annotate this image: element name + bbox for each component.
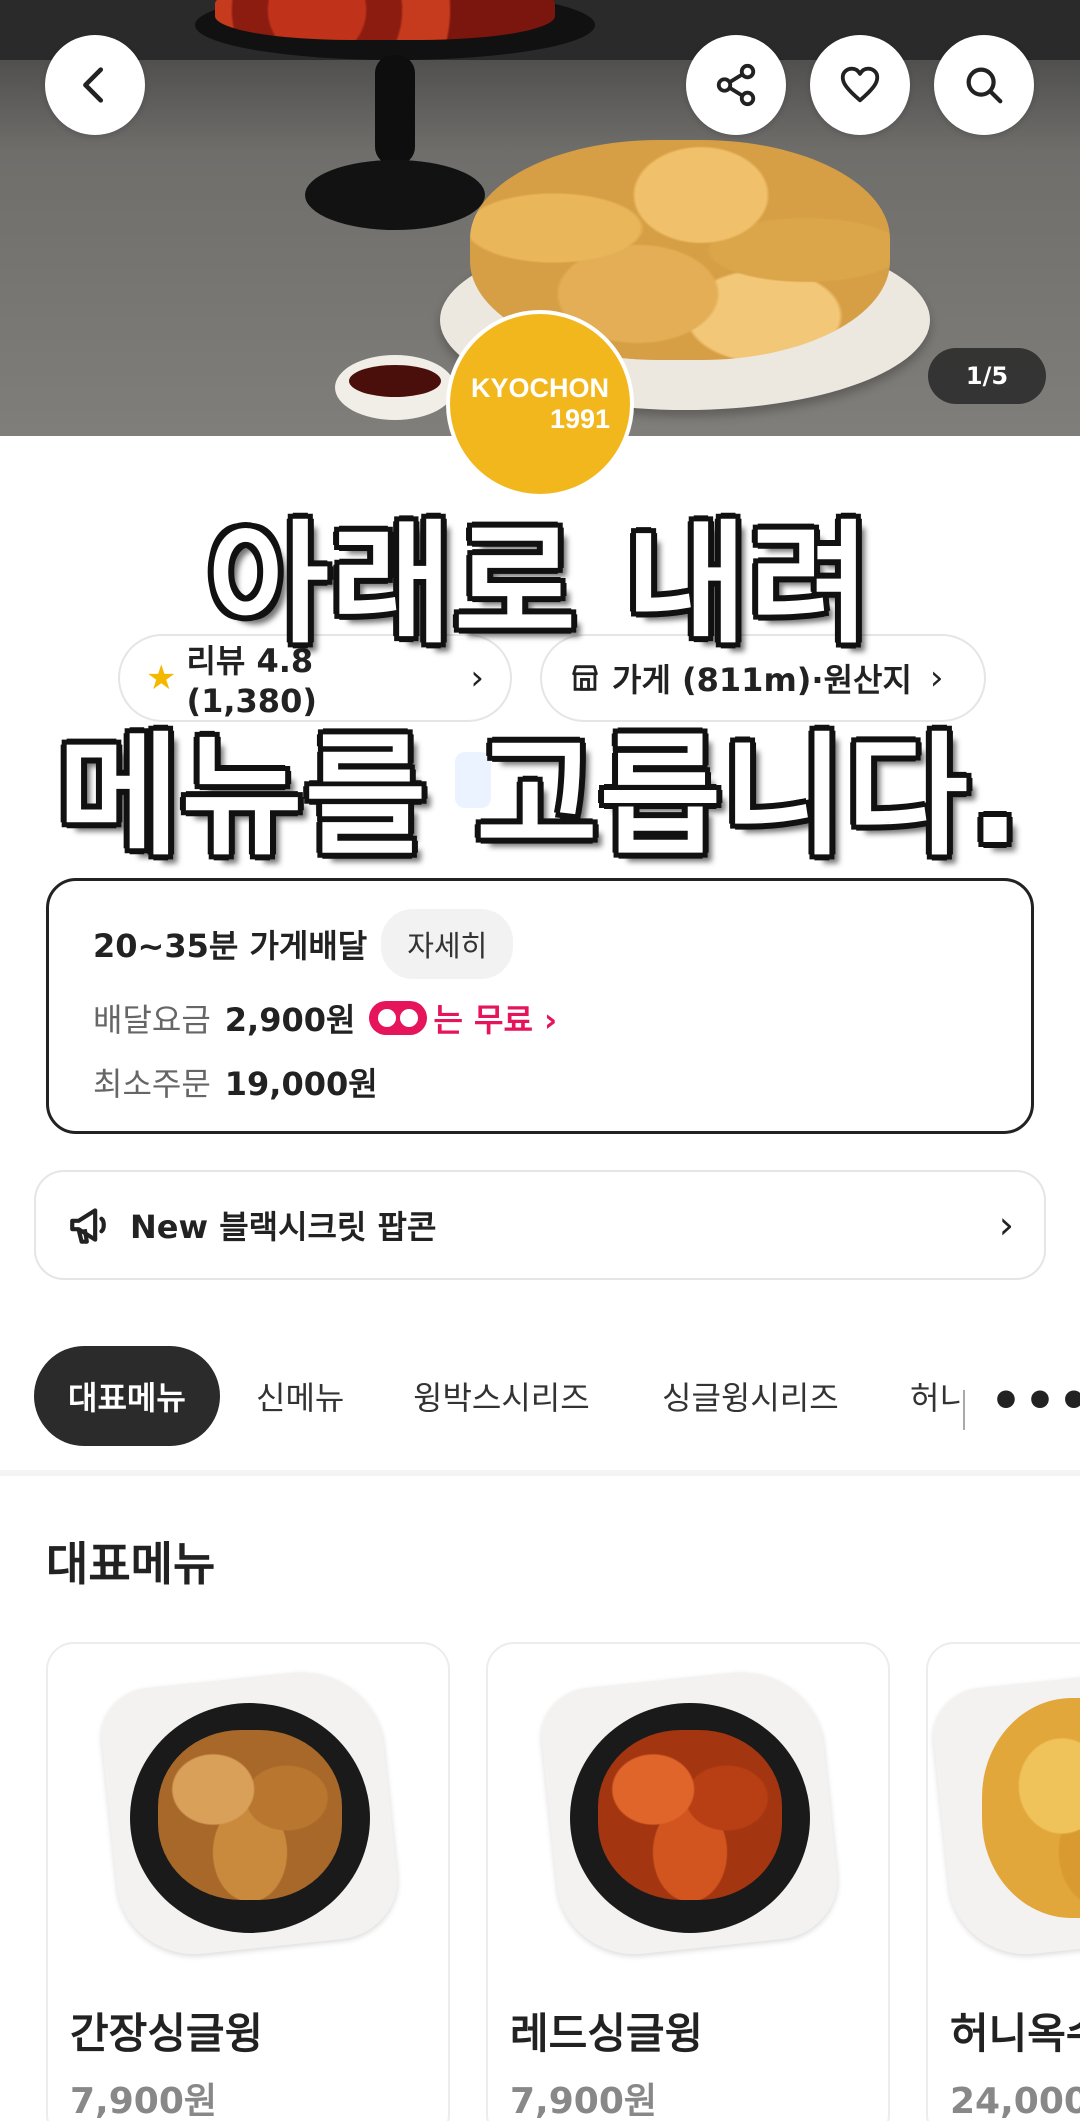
delivery-fee-row[interactable]: 배달요금 2,900원 는 무료 › <box>93 995 557 1041</box>
menu-item-price: 7,900원 <box>510 2081 657 2121</box>
image-page-counter: 1/5 <box>928 348 1046 404</box>
delivery-info-box: 20~35분 가게배달 자세히 배달요금 2,900원 는 무료 › 최소주문 … <box>46 878 1034 1134</box>
menu-item-image <box>96 1664 404 1962</box>
back-button[interactable] <box>45 35 145 135</box>
menu-item-price: 7,900원 <box>70 2081 217 2121</box>
free-delivery-text: 는 무료 › <box>433 1001 558 1039</box>
notice-text: New 블랙시크릿 팝콘 <box>130 1208 437 1246</box>
overlay-caption-line2: 메뉴를 고릅니다. <box>57 720 1023 874</box>
search-icon <box>966 67 1003 104</box>
tab-wingbox-series[interactable]: 윙박스시리즈 <box>413 1346 590 1446</box>
tab-honey[interactable]: 허니 <box>910 1346 962 1446</box>
menu-category-tabs: 대표메뉴 신메뉴 윙박스시리즈 싱글윙시리즈 허니 <box>0 1346 1080 1450</box>
cake-stand-neck <box>375 55 415 165</box>
menu-item-image <box>928 1664 1080 1962</box>
free-delivery-badge[interactable]: 는 무료 › <box>369 995 557 1041</box>
section-divider <box>0 1470 1080 1476</box>
search-button[interactable] <box>934 35 1034 135</box>
menu-item-image <box>536 1664 844 1962</box>
overlay-caption-line1: 아래로 내려 <box>207 508 873 662</box>
min-order-value: 19,000원 <box>224 1065 378 1103</box>
club-logo-icon <box>369 1001 428 1035</box>
logo-text-year: 1991 <box>549 404 611 434</box>
detail-button[interactable]: 자세히 <box>381 909 514 979</box>
more-icon[interactable]: ••• <box>990 1372 1080 1430</box>
menu-item-price: 24,000원 <box>950 2081 1080 2121</box>
tab-divider <box>963 1390 965 1430</box>
tab-singlewing-series[interactable]: 싱글윙시리즈 <box>662 1346 839 1446</box>
red-chicken-photo <box>215 0 555 40</box>
store-logo: KYOCHON 1991 <box>446 310 634 498</box>
min-order-row: 최소주문 19,000원 <box>93 1059 378 1105</box>
menu-card[interactable]: 허니옥수 24,000원 <box>926 1642 1080 2121</box>
chevron-right-icon: › <box>998 1203 1014 1247</box>
menu-card[interactable]: 간장싱글윙 7,900원 <box>46 1642 450 2121</box>
section-title: 대표메뉴 <box>46 1537 216 1591</box>
share-icon <box>716 63 756 107</box>
chevron-left-icon <box>83 67 104 103</box>
like-button[interactable] <box>810 35 910 135</box>
tab-signature-menu[interactable]: 대표메뉴 <box>34 1346 220 1446</box>
delivery-fee-value: 2,900원 <box>224 1001 356 1039</box>
min-order-label: 최소주문 <box>93 1065 211 1103</box>
heart-icon <box>840 66 880 103</box>
menu-item-name: 간장싱글윙 <box>70 2009 264 2058</box>
delivery-time: 20~35분 가게배달 <box>93 927 368 965</box>
menu-item-name: 허니옥수 <box>950 2009 1080 2058</box>
delivery-fee-label: 배달요금 <box>93 1001 211 1039</box>
cake-stand-base <box>305 160 485 230</box>
sauce-dish <box>335 355 455 420</box>
menu-item-name: 레드싱글윙 <box>510 2009 704 2058</box>
notice-banner[interactable]: New 블랙시크릿 팝콘 › <box>34 1170 1046 1280</box>
tab-new-menu[interactable]: 신메뉴 <box>256 1346 344 1446</box>
menu-card[interactable]: 레드싱글윙 7,900원 <box>486 1642 890 2121</box>
share-button[interactable] <box>686 35 786 135</box>
logo-text-brand: KYOCHON <box>470 373 609 403</box>
delivery-time-row: 20~35분 가게배달 자세히 <box>93 909 514 979</box>
megaphone-icon <box>70 1208 106 1244</box>
